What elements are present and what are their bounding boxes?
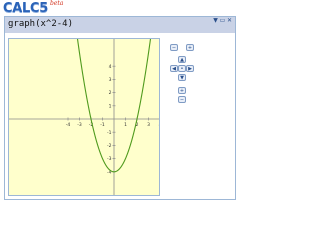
pan-up-button[interactable]: ▲ <box>178 56 186 63</box>
y-tick-label: -3 <box>107 156 112 162</box>
y-tick-label: -2 <box>107 143 112 149</box>
zoom-out-button[interactable]: − <box>170 44 178 51</box>
graph-svg: -4-3-2-112344321-1-2-3-4 <box>9 38 162 195</box>
y-tick-label: -1 <box>107 130 112 136</box>
x-tick-label: 1 <box>124 122 127 128</box>
y-tick-label: 1 <box>109 103 112 109</box>
x-tick-label: -4 <box>66 122 71 128</box>
restore-icon[interactable]: ▭ <box>219 17 226 24</box>
app-header: CALC5 beta <box>0 0 240 16</box>
x-tick-label: -1 <box>100 122 105 128</box>
zoom-in-button[interactable]: + <box>186 44 194 51</box>
y-tick-label: 3 <box>109 77 112 83</box>
pan-down-button[interactable]: ▼ <box>178 74 186 81</box>
beta-badge: beta <box>50 0 64 7</box>
zoom-plus-button[interactable]: + <box>178 87 186 94</box>
x-tick-label: -3 <box>77 122 82 128</box>
expression-text: graph(x^2-4) <box>8 19 74 29</box>
close-icon[interactable]: ✕ <box>226 17 233 24</box>
zoom-minus-button[interactable]: − <box>178 96 186 103</box>
center-button[interactable]: • <box>178 65 186 72</box>
y-tick-label: 2 <box>109 90 112 96</box>
pan-left-button[interactable]: ◀ <box>170 65 178 72</box>
app-logo: CALC5 <box>3 1 48 16</box>
x-tick-label: 3 <box>147 122 150 128</box>
y-tick-label: 4 <box>109 64 112 70</box>
graph-plot-area[interactable]: -4-3-2-112344321-1-2-3-4 <box>8 38 162 196</box>
pan-right-button[interactable]: ▶ <box>186 65 194 72</box>
minimize-icon[interactable]: ▼ <box>212 17 219 24</box>
